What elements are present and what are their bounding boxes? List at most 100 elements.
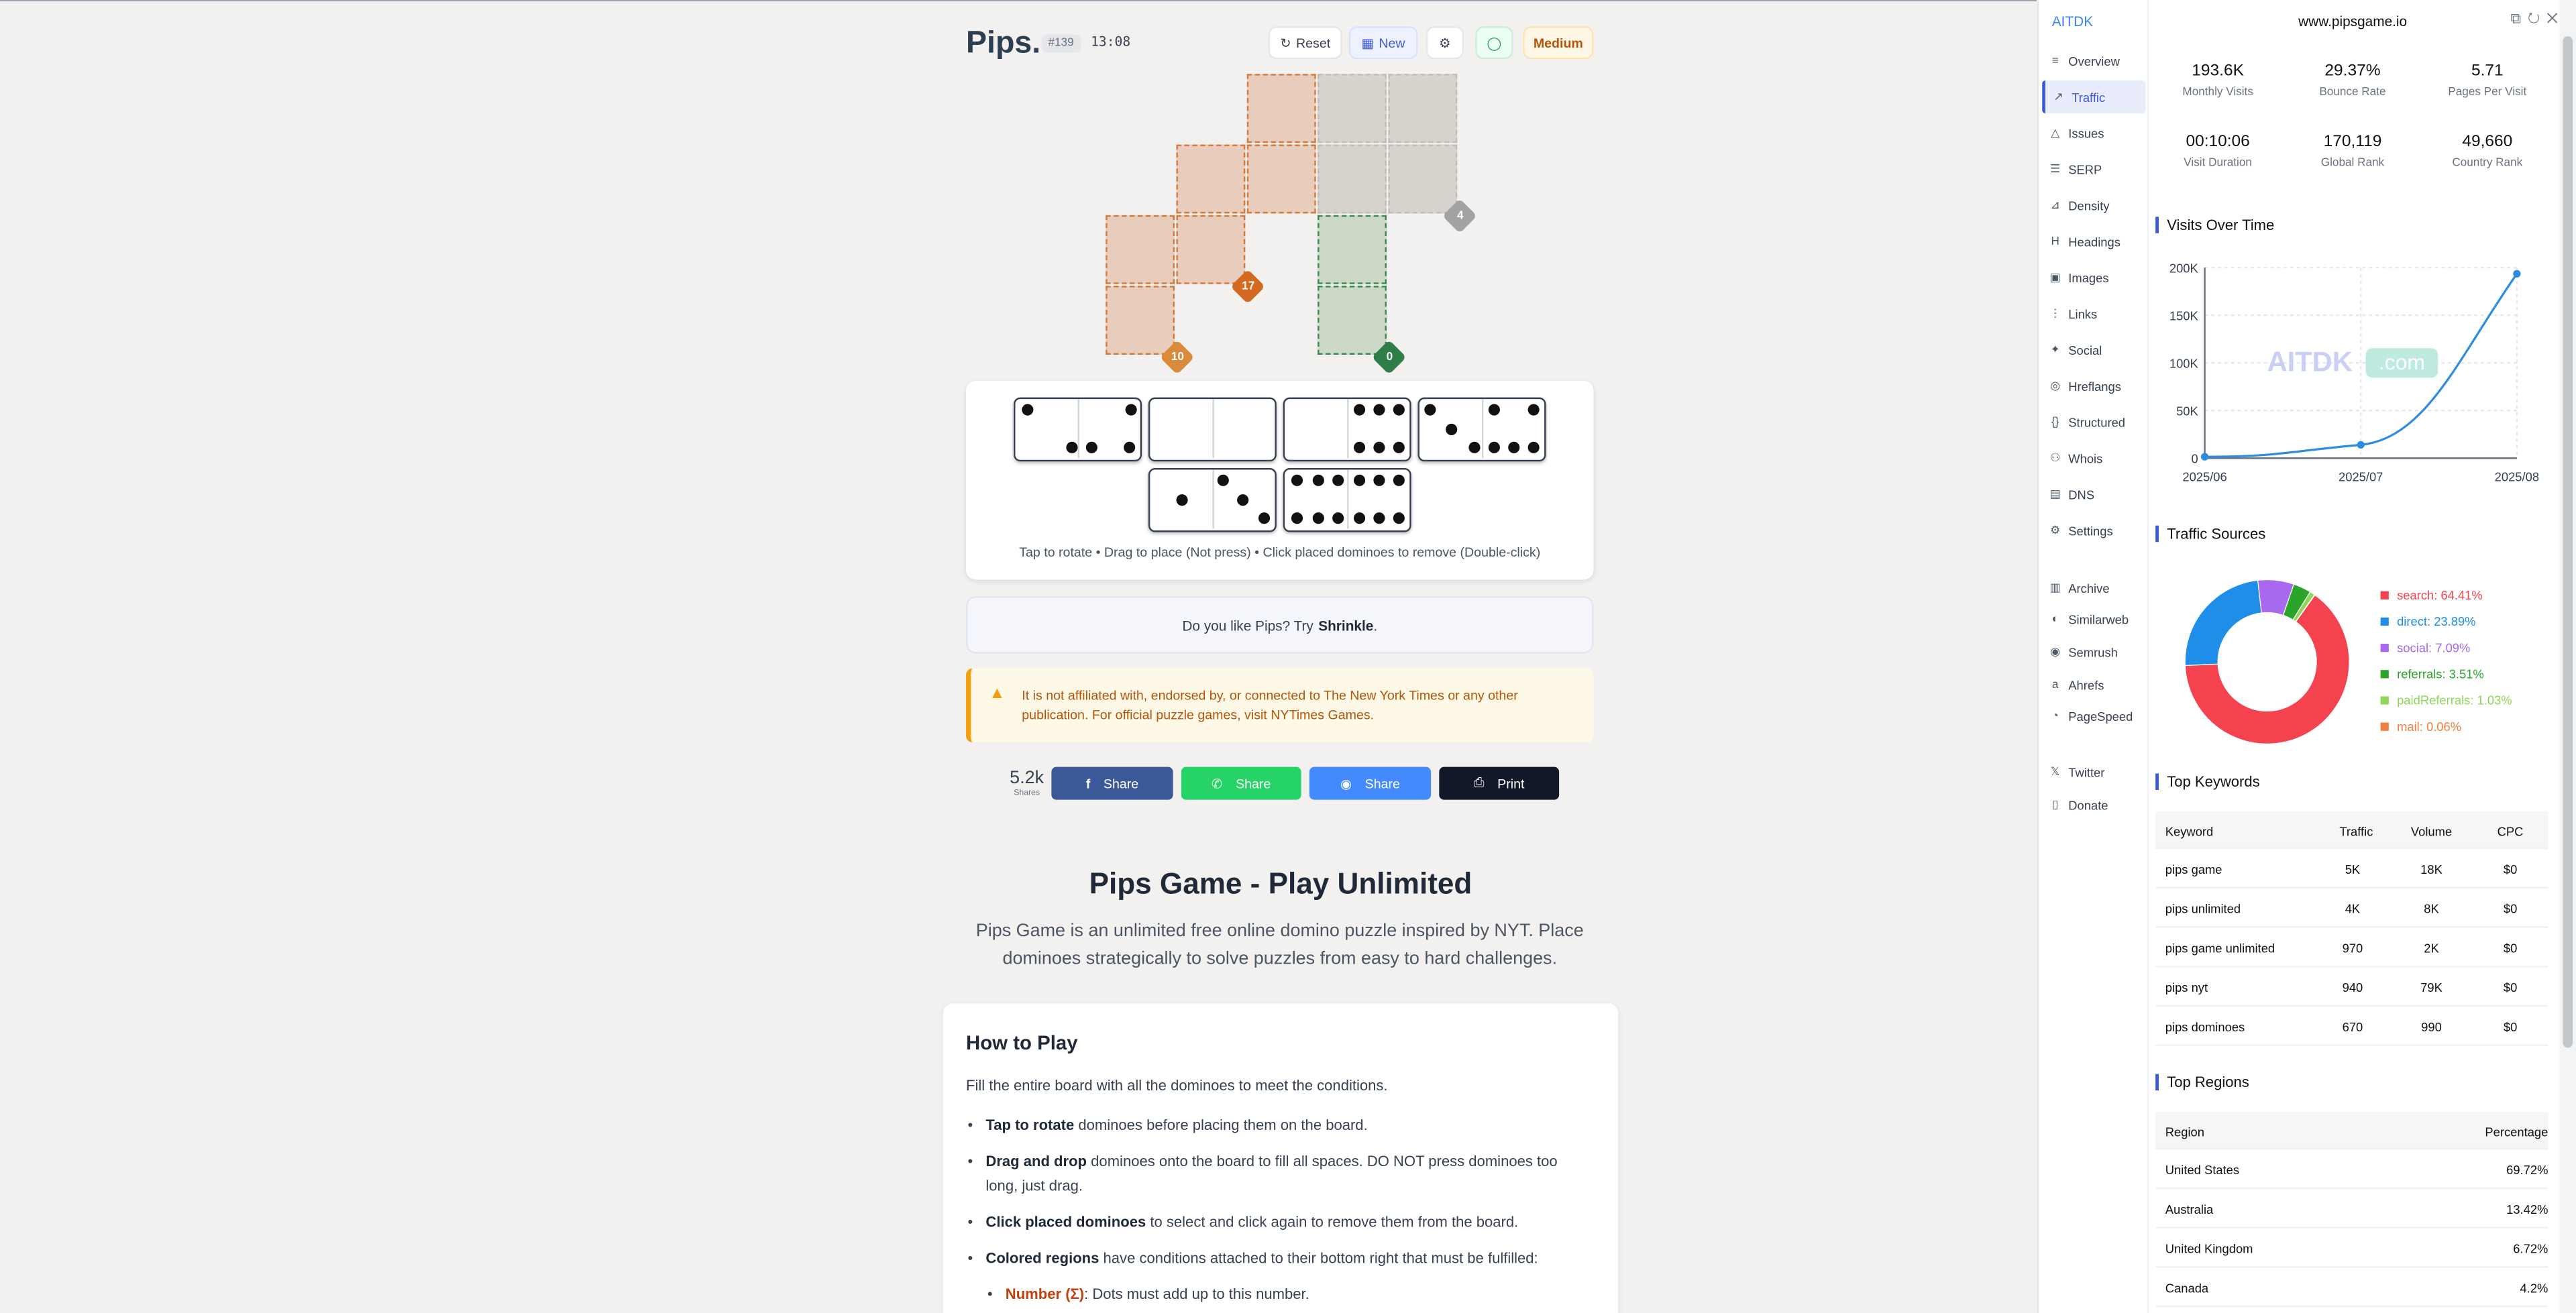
whatsapp-icon: ✆ bbox=[1212, 776, 1223, 791]
board-cell[interactable] bbox=[1388, 144, 1458, 214]
share-label: Share bbox=[1364, 776, 1400, 791]
popout-icon[interactable]: ⧉ bbox=[2510, 10, 2528, 26]
domino-tile[interactable] bbox=[1148, 397, 1277, 462]
board-cell[interactable] bbox=[1318, 215, 1387, 284]
facebook-share-button[interactable]: f Share bbox=[1051, 766, 1173, 800]
board-cell[interactable] bbox=[1388, 74, 1458, 144]
board-cell[interactable] bbox=[1106, 215, 1175, 284]
table-cell: United States bbox=[2165, 1162, 2240, 1178]
nav-item-whois[interactable]: ⚇ Whois bbox=[2042, 442, 2145, 475]
pie-slice[interactable] bbox=[2184, 579, 2262, 667]
nav-item-dns[interactable]: ▤ DNS bbox=[2042, 478, 2145, 511]
board-cell[interactable] bbox=[1106, 286, 1175, 355]
extension-topbar: www.pipsgame.io ⧉↻✕ bbox=[2151, 0, 2576, 43]
table-cell: $0 bbox=[2503, 1019, 2518, 1035]
nav-item-issues[interactable]: △ Issues bbox=[2042, 117, 2145, 150]
data-point[interactable] bbox=[2200, 453, 2209, 461]
twitter-icon: 𝕏 bbox=[2050, 766, 2060, 779]
rule-text: dominoes before placing them on the boar… bbox=[1074, 1117, 1368, 1133]
nav-item-archive[interactable]: ▥ Archive bbox=[2042, 571, 2145, 604]
scrollbar-thumb[interactable] bbox=[2563, 36, 2573, 1048]
reset-button[interactable]: ↻ Reset bbox=[1268, 26, 1342, 60]
shrinkle-link[interactable]: Shrinkle bbox=[1318, 617, 1373, 633]
board-cell[interactable] bbox=[1318, 144, 1387, 214]
board-cell[interactable] bbox=[1246, 74, 1316, 144]
table-cell: 5K bbox=[2345, 862, 2361, 877]
board-cell[interactable] bbox=[1176, 144, 1246, 214]
whatsapp-share-button[interactable]: ✆ Share bbox=[1181, 766, 1301, 800]
board-cell[interactable] bbox=[1176, 215, 1246, 284]
site-domain: www.pipsgame.io bbox=[2298, 13, 2408, 30]
nav-item-similarweb[interactable]: ◐ Similarweb bbox=[2042, 604, 2145, 636]
x-tick-label: 2025/06 bbox=[2182, 470, 2226, 484]
domino-tile[interactable] bbox=[1417, 397, 1546, 462]
domino-tile[interactable] bbox=[1014, 397, 1142, 462]
donate-icon: ▯ bbox=[2051, 799, 2059, 811]
share-label: Share bbox=[1236, 776, 1271, 791]
data-point[interactable] bbox=[2513, 270, 2521, 278]
messenger-share-button[interactable]: ◉ Share bbox=[1309, 766, 1432, 800]
domino-tile[interactable] bbox=[1283, 397, 1411, 462]
settings-icon: ⚙ bbox=[2050, 525, 2061, 537]
table-cell: $0 bbox=[2503, 862, 2518, 877]
nav-item-serp[interactable]: ☰ SERP bbox=[2042, 153, 2145, 186]
nav-item-links[interactable]: ⋮ Links bbox=[2042, 297, 2145, 330]
table-cell: 670 bbox=[2342, 1019, 2363, 1035]
board-cell[interactable] bbox=[1318, 286, 1387, 355]
refresh-icon[interactable]: ↻ bbox=[2528, 10, 2546, 26]
y-tick-label: 50K bbox=[2176, 404, 2198, 418]
nav-item-hreflangs[interactable]: ◎ Hreflangs bbox=[2042, 369, 2145, 402]
new-button[interactable]: ▦ New bbox=[1348, 26, 1418, 60]
stat-label: Visit Duration bbox=[2184, 158, 2252, 170]
scrollbar[interactable] bbox=[2559, 0, 2576, 1313]
domino-tile[interactable] bbox=[1148, 467, 1277, 532]
rule-item: Drag and drop dominoes onto the board to… bbox=[966, 1149, 1591, 1197]
overview-icon: ≡ bbox=[2051, 55, 2059, 67]
nav-label: Donate bbox=[2068, 797, 2108, 813]
nav-label: Twitter bbox=[2068, 764, 2105, 780]
social-icon: ✦ bbox=[2050, 345, 2060, 357]
table-cell: 2K bbox=[2424, 941, 2439, 956]
section-title: Traffic Sources bbox=[2155, 525, 2265, 543]
stat-monthly-visits: 193.6K Monthly Visits bbox=[2151, 46, 2286, 117]
legend-item: search: 64.41% bbox=[2380, 581, 2512, 608]
table-row: United States 69.72% bbox=[2155, 1149, 2548, 1190]
nav-label: SERP bbox=[2068, 162, 2102, 177]
nav-item-structured[interactable]: {} Structured bbox=[2042, 406, 2145, 439]
badge-value: 10 bbox=[1171, 351, 1184, 363]
table-cell: $0 bbox=[2503, 941, 2518, 956]
data-point[interactable] bbox=[2357, 441, 2365, 449]
nav-item-settings[interactable]: ⚙ Settings bbox=[2042, 514, 2145, 547]
column-header: Keyword bbox=[2165, 824, 2214, 840]
nav-item-social[interactable]: ✦ Social bbox=[2042, 333, 2145, 366]
nav-item-density[interactable]: ⊿ Density bbox=[2042, 189, 2145, 222]
settings-button[interactable]: ⚙ bbox=[1426, 26, 1464, 60]
difficulty-button[interactable]: Medium bbox=[1523, 26, 1594, 60]
table-cell: 940 bbox=[2342, 980, 2363, 996]
promo-banner: Do you like Pips? Try Shrinkle. bbox=[966, 595, 1594, 654]
nav-item-twitter[interactable]: 𝕏 Twitter bbox=[2042, 756, 2145, 789]
nav-item-overview[interactable]: ≡ Overview bbox=[2042, 44, 2145, 77]
nav-item-pagespeed[interactable]: ◔ PageSpeed bbox=[2042, 701, 2145, 734]
print-button[interactable]: ⎙ Print bbox=[1439, 766, 1560, 800]
nav-item-ahrefs[interactable]: a Ahrefs bbox=[2042, 669, 2145, 701]
feedback-button[interactable]: ◯ bbox=[1475, 26, 1513, 60]
nav-item-headings[interactable]: H Headings bbox=[2042, 225, 2145, 258]
disclaimer-banner: ▲ It is not affiliated with, endorsed by… bbox=[966, 668, 1594, 742]
section-title: Top Keywords bbox=[2155, 773, 2260, 790]
nav-item-semrush[interactable]: ◉ Semrush bbox=[2042, 636, 2145, 669]
nav-item-donate[interactable]: ▯ Donate bbox=[2042, 789, 2145, 821]
table-row: pips game 5K 18K $0 bbox=[2155, 849, 2548, 889]
nav-item-traffic[interactable]: ↗ Traffic bbox=[2042, 80, 2146, 113]
nav-label: Social bbox=[2068, 342, 2102, 357]
rule-item: Tap to rotate dominoes before placing th… bbox=[966, 1113, 1591, 1137]
how-to-play-title: How to Play bbox=[966, 1031, 1078, 1055]
domino-tile[interactable] bbox=[1283, 467, 1411, 532]
nav-item-images[interactable]: ▣ Images bbox=[2042, 261, 2145, 294]
board-cell[interactable] bbox=[1246, 144, 1316, 214]
section-title: Visits Over Time bbox=[2155, 217, 2274, 233]
sub-rule-item: Number (Σ): Dots must add up to this num… bbox=[985, 1281, 1590, 1306]
board-cell[interactable] bbox=[1318, 74, 1387, 144]
similarweb-icon: ◐ bbox=[2051, 614, 2059, 626]
nav-label: Whois bbox=[2068, 451, 2103, 466]
